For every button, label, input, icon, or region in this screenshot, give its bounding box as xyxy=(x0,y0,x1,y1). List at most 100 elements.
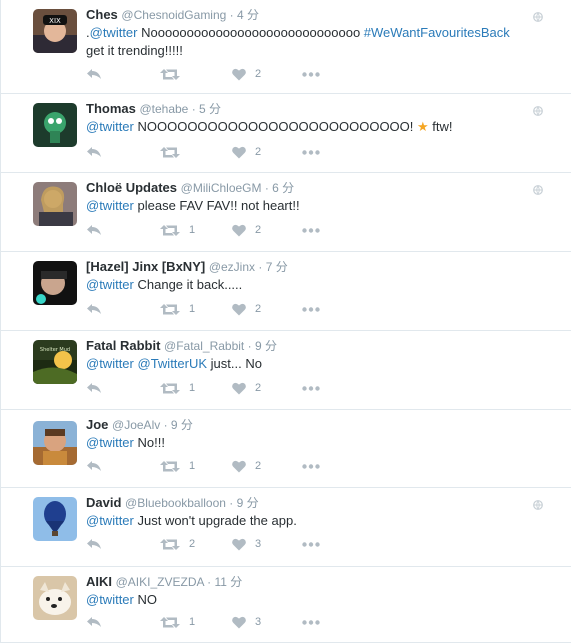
more-options-button[interactable] xyxy=(302,299,320,319)
retweet-button[interactable]: 1 xyxy=(160,612,195,632)
display-name[interactable]: David xyxy=(86,495,121,510)
mention-link[interactable]: @twitter xyxy=(86,592,134,607)
reply-button[interactable] xyxy=(86,378,102,398)
tweet-item[interactable]: AIKI @AIKI_ZVEZDA · 11 分 @twitter NO 1 3 xyxy=(0,567,571,643)
like-button[interactable]: 2 xyxy=(232,456,261,476)
tweet-content: Fatal Rabbit @Fatal_Rabbit · 9 分 @twitter… xyxy=(86,338,531,373)
avatar[interactable]: Shelter Mud xyxy=(33,340,77,384)
avatar[interactable] xyxy=(33,421,77,465)
retweet-button[interactable]: 1 xyxy=(160,456,195,476)
mention-link[interactable]: @twitter xyxy=(86,198,134,213)
ellipsis-icon xyxy=(302,149,320,155)
tweet-item[interactable]: Chloë Updates @MiliChloeGM · 6 分 @twitter… xyxy=(0,173,571,252)
username-handle[interactable]: @MiliChloeGM xyxy=(181,181,262,195)
timestamp-link[interactable]: 7 分 xyxy=(266,260,288,274)
tweet-text: @twitter NO xyxy=(86,591,531,609)
tweet-item[interactable]: [Hazel] Jinx [BxNY] @ezJinx · 7 分 @twitte… xyxy=(0,252,571,331)
tweet-header: Fatal Rabbit @Fatal_Rabbit · 9 分 xyxy=(86,338,531,354)
more-options-button[interactable] xyxy=(302,456,320,476)
heart-icon xyxy=(232,68,246,81)
username-handle[interactable]: @tehabe xyxy=(139,102,188,116)
tweet-item[interactable]: XIX Ches @ChesnoidGaming · 4 分 .@twitter N… xyxy=(0,0,571,94)
retweet-button[interactable]: 1 xyxy=(160,220,195,240)
avatar[interactable] xyxy=(33,261,77,305)
timestamp-link[interactable]: 6 分 xyxy=(272,181,294,195)
mention-link[interactable]: @twitter xyxy=(90,25,138,40)
mention-link[interactable]: @TwitterUK xyxy=(138,356,208,371)
tweet-item[interactable]: Thomas @tehabe · 5 分 @twitter NOOOOOOOOOO… xyxy=(0,94,571,173)
username-handle[interactable]: @ChesnoidGaming xyxy=(121,8,226,22)
username-handle[interactable]: @Fatal_Rabbit xyxy=(164,339,244,353)
reply-button[interactable] xyxy=(86,612,102,632)
like-button[interactable]: 2 xyxy=(232,220,261,240)
tweet-text-segment: Just won't upgrade the app. xyxy=(133,513,297,528)
more-options-button[interactable] xyxy=(302,142,320,162)
tweet-item[interactable]: Shelter Mud Fatal Rabbit @Fatal_Rabbit · … xyxy=(0,331,571,410)
like-button[interactable]: 2 xyxy=(232,142,261,162)
display-name[interactable]: Chloë Updates xyxy=(86,180,177,195)
ellipsis-icon xyxy=(302,541,320,547)
more-options-button[interactable] xyxy=(302,378,320,398)
like-button[interactable]: 2 xyxy=(232,378,261,398)
like-count: 2 xyxy=(255,382,262,394)
tweet-item[interactable]: Joe @JoeAlv · 9 分 @twitter No!!! 1 2 xyxy=(0,410,571,488)
display-name[interactable]: Joe xyxy=(86,417,108,432)
mention-link[interactable]: @twitter xyxy=(86,277,134,292)
like-button[interactable]: 2 xyxy=(232,299,261,319)
username-handle[interactable]: @JoeAlv xyxy=(112,418,160,432)
timestamp-link[interactable]: 9 分 xyxy=(255,339,277,353)
reply-button[interactable] xyxy=(86,142,102,162)
avatar[interactable] xyxy=(33,497,77,541)
reply-icon xyxy=(86,146,102,158)
more-options-button[interactable] xyxy=(302,220,320,240)
retweet-count: 1 xyxy=(189,303,196,315)
reply-button[interactable] xyxy=(86,534,102,554)
like-button[interactable]: 2 xyxy=(232,64,261,84)
display-name[interactable]: Ches xyxy=(86,7,118,22)
mention-link[interactable]: @twitter xyxy=(86,513,134,528)
avatar[interactable]: XIX xyxy=(33,9,77,53)
display-name[interactable]: AIKI xyxy=(86,574,112,589)
tweet-item[interactable]: David @Bluebookballoon · 9 分 @twitter Jus… xyxy=(0,488,571,567)
timestamp-link[interactable]: 4 分 xyxy=(237,8,259,22)
username-handle[interactable]: @ezJinx xyxy=(209,260,255,274)
timestamp-link[interactable]: 9 分 xyxy=(237,496,259,510)
mention-link[interactable]: @twitter xyxy=(86,435,134,450)
star-emoji: ★ xyxy=(417,119,429,134)
like-count: 2 xyxy=(255,68,262,80)
hashtag-link[interactable]: #WeWantFavouritesBack xyxy=(364,25,510,40)
more-options-button[interactable] xyxy=(302,64,320,84)
reply-button[interactable] xyxy=(86,456,102,476)
retweet-button[interactable] xyxy=(160,64,189,84)
avatar[interactable] xyxy=(33,182,77,226)
retweet-button[interactable]: 1 xyxy=(160,299,195,319)
retweet-icon xyxy=(160,146,180,159)
tweet-content: Ches @ChesnoidGaming · 4 分 .@twitter Nooo… xyxy=(86,7,531,60)
more-options-button[interactable] xyxy=(302,534,320,554)
retweet-button[interactable]: 1 xyxy=(160,378,195,398)
more-options-button[interactable] xyxy=(302,612,320,632)
timestamp-link[interactable]: 9 分 xyxy=(171,418,193,432)
avatar[interactable] xyxy=(33,576,77,620)
display-name[interactable]: Thomas xyxy=(86,101,136,116)
retweet-button[interactable] xyxy=(160,142,189,162)
like-button[interactable]: 3 xyxy=(232,534,261,554)
like-button[interactable]: 3 xyxy=(232,612,261,632)
timestamp-link[interactable]: 11 分 xyxy=(215,575,243,589)
avatar[interactable] xyxy=(33,103,77,147)
retweet-button[interactable]: 2 xyxy=(160,534,195,554)
display-name[interactable]: Fatal Rabbit xyxy=(86,338,160,353)
display-name[interactable]: [Hazel] Jinx [BxNY] xyxy=(86,259,205,274)
tweet-header: David @Bluebookballoon · 9 分 xyxy=(86,495,531,511)
mention-link[interactable]: @twitter xyxy=(86,356,134,371)
tweet-text-segment: NO xyxy=(133,592,157,607)
username-handle[interactable]: @Bluebookballoon xyxy=(125,496,226,510)
reply-button[interactable] xyxy=(86,64,102,84)
reply-button[interactable] xyxy=(86,299,102,319)
timestamp-link[interactable]: 5 分 xyxy=(199,102,221,116)
tweet-text-segment: No!!! xyxy=(133,435,165,450)
reply-button[interactable] xyxy=(86,220,102,240)
reply-icon xyxy=(86,460,102,472)
mention-link[interactable]: @twitter xyxy=(86,119,134,134)
username-handle[interactable]: @AIKI_ZVEZDA xyxy=(116,575,204,589)
